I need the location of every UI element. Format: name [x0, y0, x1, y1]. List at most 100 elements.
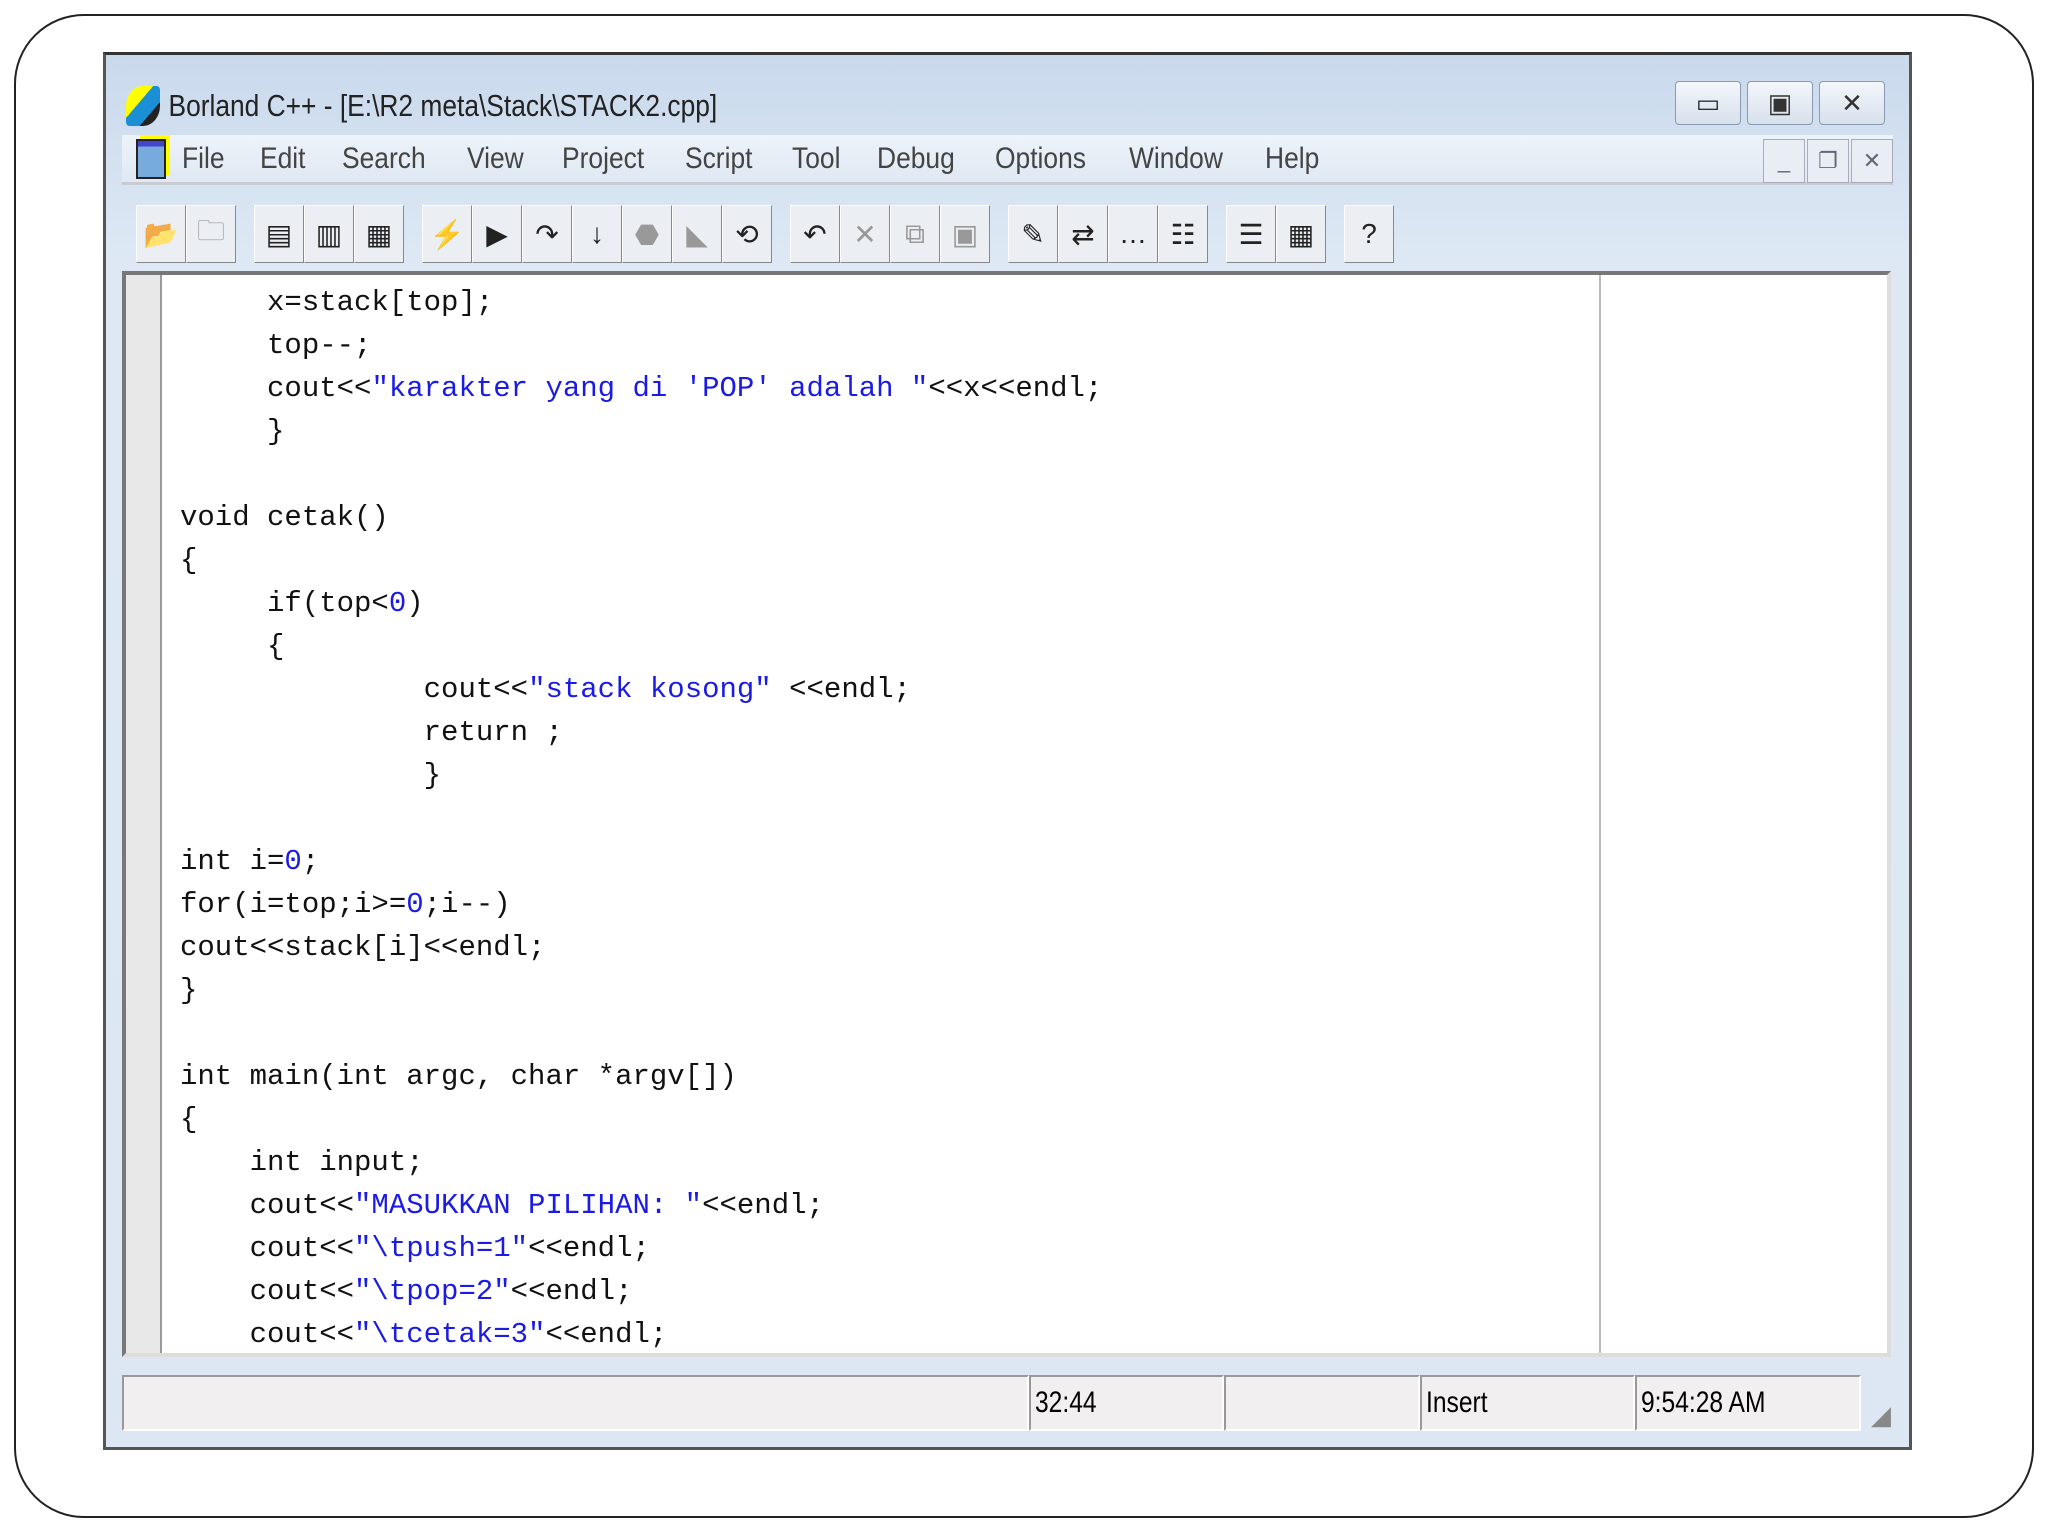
context-help-button[interactable]: ? [1344, 205, 1394, 263]
message-window-icon: ☰ [1238, 218, 1264, 250]
editor-gutter [126, 275, 162, 1353]
cut-button[interactable]: ✕ [840, 205, 890, 263]
code-text: cout<<stack[i]<<endl; [180, 931, 546, 964]
status-cursor-position: 32:44 [1029, 1375, 1225, 1431]
code-text: cout<< [180, 1189, 355, 1222]
menu-help[interactable]: Help [1265, 142, 1319, 176]
code-line: cout<<"stack kosong" <<endl; [180, 668, 1102, 711]
menu-debug[interactable]: Debug [877, 142, 955, 176]
reset-button[interactable]: ⟲ [722, 205, 772, 263]
code-text: cout<< [180, 1318, 355, 1351]
menu-project[interactable]: Project [562, 142, 644, 176]
code-text: <<endl; [510, 1275, 633, 1308]
code-text: <<endl; [528, 1232, 650, 1265]
message-window-button[interactable]: ☰ [1226, 205, 1276, 263]
copy-button[interactable]: ⧉ [890, 205, 940, 263]
project-window-button[interactable]: ▦ [1276, 205, 1326, 263]
resize-grip-icon[interactable]: ◢ [1861, 1400, 1891, 1431]
title-bar: Borland C++ - [E:\R2 meta\Stack\STACK2.c… [126, 81, 717, 131]
status-bar: 32:44 Insert 9:54:28 AM ◢ [122, 1375, 1891, 1431]
close-project-button[interactable]: 🗀 [186, 205, 236, 263]
maximize-button[interactable]: ▣ [1747, 81, 1813, 125]
number-literal: 0 [406, 888, 424, 921]
undo-icon: ↶ [803, 218, 827, 250]
menu-view[interactable]: View [467, 142, 524, 176]
compile-button[interactable]: ▤ [254, 205, 304, 263]
code-line: return ; [180, 711, 1102, 754]
borland-logo-icon [126, 86, 160, 126]
code-text: <<endl; [702, 1189, 824, 1222]
step-over-button[interactable]: ↷ [522, 205, 572, 263]
menu-tool[interactable]: Tool [792, 142, 840, 176]
code-text: } [180, 415, 285, 448]
right-margin-line [1599, 275, 1601, 1353]
minimize-button[interactable]: ▭ [1675, 81, 1741, 125]
doc-restore-button[interactable]: ❐ [1807, 139, 1849, 183]
find-icon: ✎ [1021, 218, 1045, 250]
code-line: { [180, 539, 1102, 582]
search-again-button[interactable]: … [1108, 205, 1158, 263]
breakpoint-icon: ⬣ [634, 218, 660, 250]
code-text: cout<< [180, 372, 372, 405]
menu-edit[interactable]: Edit [260, 142, 305, 176]
run-to-cursor-button[interactable]: ◣ [672, 205, 722, 263]
code-text: <<x<<endl; [928, 372, 1103, 405]
code-line: for(i=top;i>=0;i--) [180, 883, 1102, 926]
make-icon: ▥ [315, 218, 343, 250]
breakpoint-button[interactable]: ⬣ [622, 205, 672, 263]
string-literal: "stack kosong" [528, 673, 772, 706]
replace-button[interactable]: ⇄ [1058, 205, 1108, 263]
run-icon: ⚡ [429, 218, 465, 250]
code-line: } [180, 969, 1102, 1012]
code-line: int i=0; [180, 840, 1102, 883]
build-all-button[interactable]: ▦ [354, 205, 404, 263]
menu-window[interactable]: Window [1129, 142, 1223, 176]
code-text: cout<< [180, 673, 529, 706]
code-line: x=stack[top]; [180, 281, 1102, 324]
trace-into-icon: ↓ [590, 218, 604, 249]
string-literal: "\tpush=1" [354, 1232, 529, 1265]
open-project-button[interactable]: 📂 [136, 205, 186, 263]
step-over-icon: ↷ [535, 218, 559, 250]
code-line: } [180, 410, 1102, 453]
menu-options[interactable]: Options [995, 142, 1086, 176]
run-button[interactable]: ⚡ [422, 205, 472, 263]
trace-into-button[interactable]: ↓ [572, 205, 622, 263]
code-text: <<endl; [545, 1318, 668, 1351]
menu-script[interactable]: Script [685, 142, 752, 176]
undo-button[interactable]: ↶ [790, 205, 840, 263]
doc-minimize-button[interactable]: _ [1763, 139, 1805, 183]
close-button[interactable]: ✕ [1819, 81, 1885, 125]
code-text: ) [406, 587, 424, 620]
cut-icon: ✕ [853, 218, 877, 250]
copy-icon: ⧉ [905, 217, 925, 249]
reset-icon: ⟲ [735, 218, 759, 250]
code-line: } [180, 754, 1102, 797]
string-literal: "\tcetak=3" [354, 1318, 546, 1351]
build-all-icon: ▦ [365, 218, 393, 250]
doc-close-button[interactable]: ✕ [1851, 139, 1893, 183]
menu-file[interactable]: File [182, 142, 225, 176]
string-literal: "\tpop=2" [354, 1275, 511, 1308]
context-help-icon: ? [1361, 218, 1377, 249]
debug-run-button[interactable]: ▶ [472, 205, 522, 263]
browse-symbol-button[interactable]: ☷ [1158, 205, 1208, 263]
paste-icon: ▣ [951, 218, 979, 250]
toolbar: 📂 🗀 ▤ ▥ ▦ ⚡ ▶ ↷ ↓ ⬣ ◣ ⟲ ↶ ✕ ⧉ ▣ ✎ ⇄ … ☷ ☰ ▦? [122, 197, 1893, 271]
replace-icon: ⇄ [1071, 218, 1095, 250]
code-text: int input; [180, 1146, 424, 1179]
find-button[interactable]: ✎ [1008, 205, 1058, 263]
status-modified [1224, 1375, 1420, 1431]
paste-button[interactable]: ▣ [940, 205, 990, 263]
menu-search[interactable]: Search [342, 142, 426, 176]
make-button[interactable]: ▥ [304, 205, 354, 263]
code-editor[interactable]: x=stack[top]; top--; cout<<"karakter yan… [122, 271, 1891, 1357]
document-icon[interactable] [136, 138, 166, 179]
code-line: top--; [180, 324, 1102, 367]
code-line: { [180, 625, 1102, 668]
code-area[interactable]: x=stack[top]; top--; cout<<"karakter yan… [180, 281, 1102, 1356]
status-time: 9:54:28 AM [1634, 1375, 1862, 1431]
debug-run-icon: ▶ [486, 218, 508, 250]
